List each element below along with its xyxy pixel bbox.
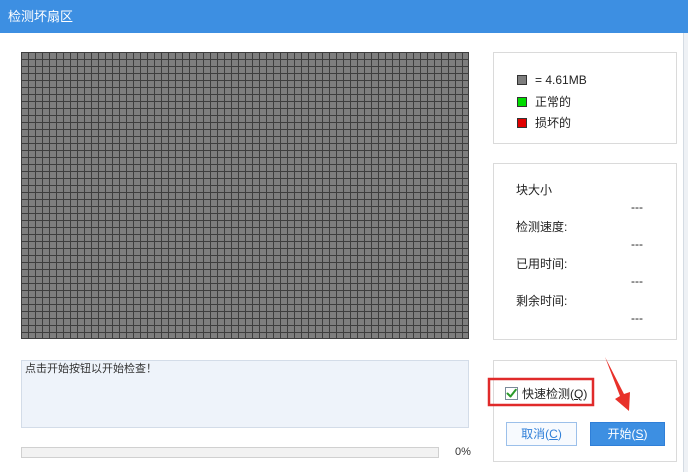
legend-label: = 4.61MB	[535, 73, 587, 87]
stat-block-size: 块大小 ---	[516, 183, 643, 217]
stats-panel: 块大小 --- 检测速度: --- 已用时间: --- 剩余时间: ---	[493, 163, 677, 340]
stat-label: 剩余时间:	[516, 294, 568, 308]
quick-check-label[interactable]: 快速检测(Q)	[522, 387, 587, 401]
stat-value: ---	[631, 311, 643, 325]
bad-sector-check-dialog: 检测坏扇区 = 4.61MB 正常的 损坏的 块大小 --- 检测速度: ---…	[0, 0, 688, 472]
progress-bar	[21, 447, 439, 458]
progress-percent: 0%	[455, 446, 471, 458]
log-box: 点击开始按钮以开始检查！	[21, 360, 469, 428]
stat-label: 检测速度:	[516, 220, 568, 234]
window-right-border	[683, 33, 688, 472]
sector-map	[21, 52, 469, 339]
legend-panel: = 4.61MB 正常的 损坏的	[493, 52, 677, 144]
window-title: 检测坏扇区	[8, 9, 74, 24]
legend-swatch-red	[517, 118, 527, 128]
legend-label: 损坏的	[535, 116, 572, 130]
stat-remaining-time: 剩余时间: ---	[516, 294, 643, 328]
legend-label: 正常的	[535, 95, 572, 109]
quick-check-checkbox[interactable]	[505, 387, 518, 400]
stat-label: 块大小	[516, 183, 553, 197]
start-button[interactable]: 开始(S)	[590, 422, 665, 446]
stat-label: 已用时间:	[516, 257, 568, 271]
check-icon	[506, 388, 517, 398]
stat-value: ---	[631, 237, 643, 251]
legend-item-block-size: = 4.61MB	[517, 73, 587, 87]
cancel-button[interactable]: 取消(C)	[506, 422, 577, 446]
stat-elapsed-time: 已用时间: ---	[516, 257, 643, 291]
legend-item-normal: 正常的	[517, 95, 571, 109]
stat-check-speed: 检测速度: ---	[516, 220, 643, 254]
stat-value: ---	[631, 200, 643, 214]
legend-swatch-green	[517, 97, 527, 107]
title-bar: 检测坏扇区	[0, 0, 688, 33]
stat-value: ---	[631, 274, 643, 288]
options-panel: 快速检测(Q) 取消(C) 开始(S)	[493, 360, 677, 462]
legend-swatch-gray	[517, 75, 527, 85]
legend-item-damaged: 损坏的	[517, 116, 571, 130]
log-message: 点击开始按钮以开始检查！	[25, 363, 157, 375]
